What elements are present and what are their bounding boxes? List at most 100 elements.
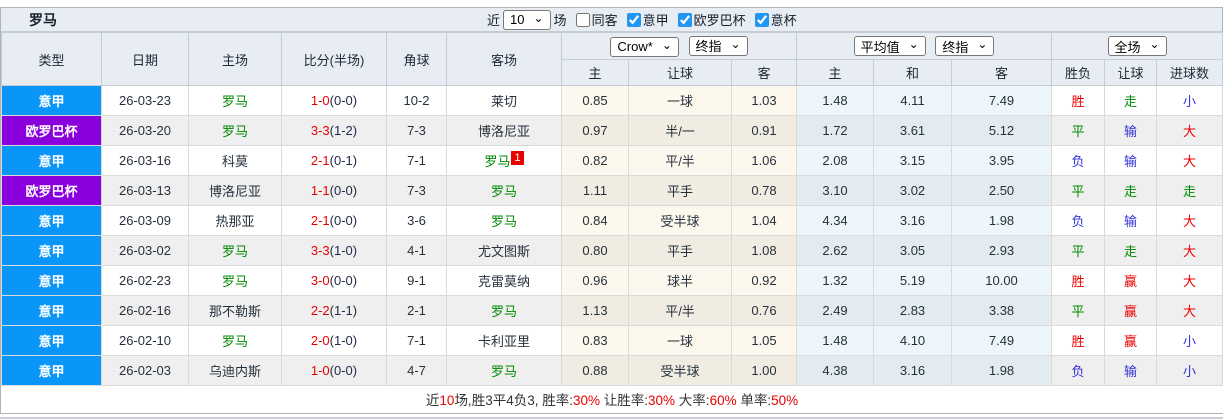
table-row: 意甲 26-03-16 科莫 2-1(0-1) 7-1 罗马 1 0.82 平/半… [1, 145, 1223, 176]
league-badge: 意甲 [1, 205, 102, 236]
away-team-name: 罗马 [490, 304, 517, 319]
halftime-score: (1-1) [329, 303, 358, 318]
sub-header-result: 胜负 [1051, 59, 1106, 86]
match-count-value: 10 [510, 12, 525, 27]
handicap-result-cell: 赢 [1104, 325, 1158, 356]
avg-draw-odds: 2.83 [873, 295, 953, 326]
match-date: 26-03-16 [101, 145, 189, 176]
avg-home-odds: 1.48 [796, 85, 875, 116]
coppa-label: 意杯 [770, 13, 797, 28]
handicap-result-cell: 赢 [1104, 265, 1158, 296]
avg-home-odds: 2.62 [796, 235, 875, 266]
goals-cell: 大 [1156, 205, 1223, 236]
sub-header-odds-home: 主 [561, 59, 629, 86]
corners-cell: 4-1 [386, 235, 447, 266]
odds-away: 1.04 [730, 205, 798, 236]
fulltime-score: 2-0 [310, 333, 330, 348]
europa-checkbox[interactable] [677, 12, 692, 27]
sub-header-handicap-result: 让球 [1104, 59, 1158, 86]
table-row: 欧罗巴杯 26-03-20 罗马 3-3(1-2) 7-3 博洛尼亚 0.97 … [1, 115, 1223, 146]
sub-header-odds-away: 客 [730, 59, 798, 86]
table-row: 意甲 26-02-10 罗马 2-0(1-0) 7-1 卡利亚里 0.83 一球… [1, 325, 1223, 356]
avg-home-odds: 4.38 [796, 355, 875, 386]
halftime-score: (1-2) [329, 123, 358, 138]
halftime-score: (0-0) [329, 273, 358, 288]
avg-select-group: 平均值 ⌄ 终指 ⌄ [796, 32, 1053, 60]
avg-away-odds: 2.93 [951, 235, 1053, 266]
league-badge: 意甲 [1, 145, 102, 176]
goals-cell: 大 [1156, 235, 1223, 266]
away-team-name: 卡利亚里 [477, 334, 530, 349]
league-badge: 意甲 [1, 355, 102, 386]
home-team: 那不勒斯 [188, 295, 282, 326]
avg-home-odds: 3.10 [796, 175, 875, 206]
avg-away-odds: 2.50 [951, 175, 1053, 206]
full-scope-value: 全场 [1114, 39, 1141, 55]
score-cell: 1-0(0-0) [281, 85, 387, 116]
home-team: 博洛尼亚 [188, 175, 282, 206]
away-team-name: 莱切 [490, 94, 517, 109]
home-team: 乌迪内斯 [188, 355, 282, 386]
match-count-select[interactable]: 10 ⌄ [503, 9, 551, 30]
halftime-score: (0-0) [329, 93, 358, 108]
score-cell: 2-1(0-0) [281, 205, 387, 236]
col-header-type: 类型 [1, 32, 102, 86]
away-team-name: 罗马 [490, 214, 517, 229]
avg-draw-odds: 4.11 [873, 85, 953, 116]
same-away-checkbox[interactable] [575, 12, 590, 27]
odds-home: 0.97 [561, 115, 629, 146]
odds-away: 0.78 [730, 175, 798, 206]
fulltime-score: 1-0 [310, 93, 330, 108]
col-header-date: 日期 [101, 32, 189, 86]
odds-away: 0.76 [730, 295, 798, 326]
europa-filter[interactable]: 欧罗巴杯 [672, 10, 746, 29]
full-scope-select[interactable]: 全场 ⌄ [1107, 36, 1167, 56]
avg-draw-odds: 3.16 [873, 355, 953, 386]
result-cell: 胜 [1051, 325, 1106, 356]
home-team: 科莫 [188, 145, 282, 176]
score-cell: 1-1(0-0) [281, 175, 387, 206]
avg-home-odds: 2.49 [796, 295, 875, 326]
recent-label: 近 [487, 13, 501, 28]
serie-a-checkbox[interactable] [626, 12, 641, 27]
result-cell: 平 [1051, 175, 1106, 206]
serie-a-filter[interactable]: 意甲 [621, 10, 669, 29]
avg-source-value: 平均值 [860, 39, 900, 55]
away-team: 罗马 1 [446, 145, 562, 176]
chevron-down-icon: ⌄ [661, 37, 672, 52]
avg-source-select[interactable]: 平均值 ⌄ [853, 36, 926, 56]
goals-cell: 小 [1156, 325, 1223, 356]
result-cell: 负 [1051, 145, 1106, 176]
league-badge: 欧罗巴杯 [1, 115, 102, 146]
odds-away: 1.03 [730, 85, 798, 116]
coppa-checkbox[interactable] [754, 12, 769, 27]
avg-draw-odds: 3.05 [873, 235, 953, 266]
odds-company-select[interactable]: Crow* ⌄ [610, 36, 679, 57]
odds-away: 1.05 [730, 325, 798, 356]
away-team-name: 博洛尼亚 [477, 124, 530, 139]
home-team: 罗马 [188, 265, 282, 296]
handicap-result-cell: 输 [1104, 355, 1158, 386]
score-cell: 3-3(1-2) [281, 115, 387, 146]
handicap-line: 平/半 [628, 145, 732, 176]
avg-draw-odds: 3.02 [873, 175, 953, 206]
away-team-name: 罗马 [490, 364, 517, 379]
halftime-score: (0-1) [329, 153, 358, 168]
col-header-score: 比分(半场) [281, 32, 387, 86]
handicap-line: 球半 [628, 265, 732, 296]
match-date: 26-02-23 [101, 265, 189, 296]
odds-stage-select[interactable]: 终指 ⌄ [688, 35, 748, 56]
sub-header-handicap: 让球 [628, 59, 732, 86]
score-cell: 2-0(1-0) [281, 325, 387, 356]
corners-cell: 7-1 [386, 145, 447, 176]
home-team: 罗马 [188, 85, 282, 116]
odds-home: 0.85 [561, 85, 629, 116]
handicap-result-cell: 输 [1104, 115, 1158, 146]
away-team: 罗马 [446, 355, 562, 386]
coppa-filter[interactable]: 意杯 [749, 10, 797, 29]
avg-stage-select[interactable]: 终指 ⌄ [935, 36, 995, 56]
odds-away: 1.08 [730, 235, 798, 266]
same-away-filter[interactable]: 同客 [570, 10, 618, 29]
sub-header-goals: 进球数 [1156, 59, 1223, 86]
odds-home: 1.13 [561, 295, 629, 326]
